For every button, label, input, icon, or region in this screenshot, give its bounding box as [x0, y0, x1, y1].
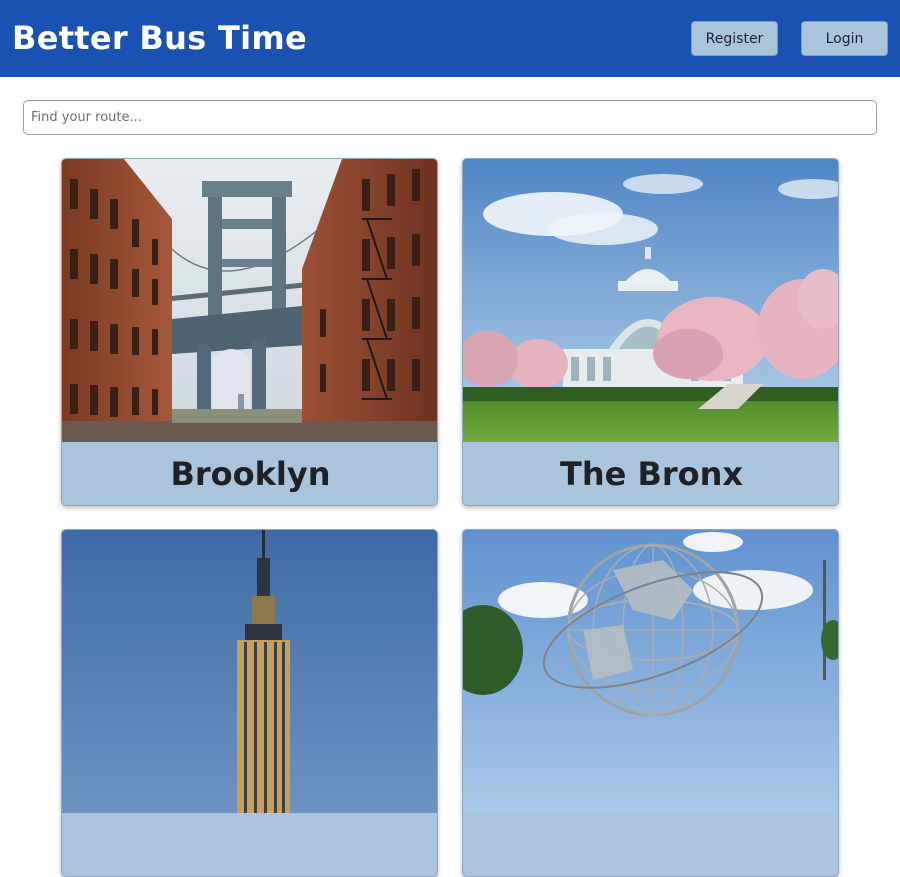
login-button[interactable]: Login: [801, 21, 888, 56]
unisphere-photo: [463, 530, 838, 813]
borough-card-3[interactable]: [61, 529, 438, 877]
brooklyn-photo: [62, 159, 437, 442]
borough-name: Brooklyn: [170, 455, 331, 493]
top-header: Better Bus Time Register Login: [0, 0, 900, 77]
borough-card-brooklyn[interactable]: Brooklyn: [61, 158, 438, 506]
route-search-input[interactable]: [23, 100, 877, 135]
empire-state-building-photo: [62, 530, 437, 813]
borough-name: [62, 813, 437, 876]
borough-card-the-bronx[interactable]: The Bronx: [462, 158, 839, 506]
borough-name: [463, 813, 838, 876]
borough-card-4[interactable]: [462, 529, 839, 877]
the-bronx-photo: [463, 159, 838, 442]
register-button[interactable]: Register: [691, 21, 778, 56]
app-title: Better Bus Time: [12, 19, 308, 57]
borough-name: The Bronx: [559, 455, 744, 493]
